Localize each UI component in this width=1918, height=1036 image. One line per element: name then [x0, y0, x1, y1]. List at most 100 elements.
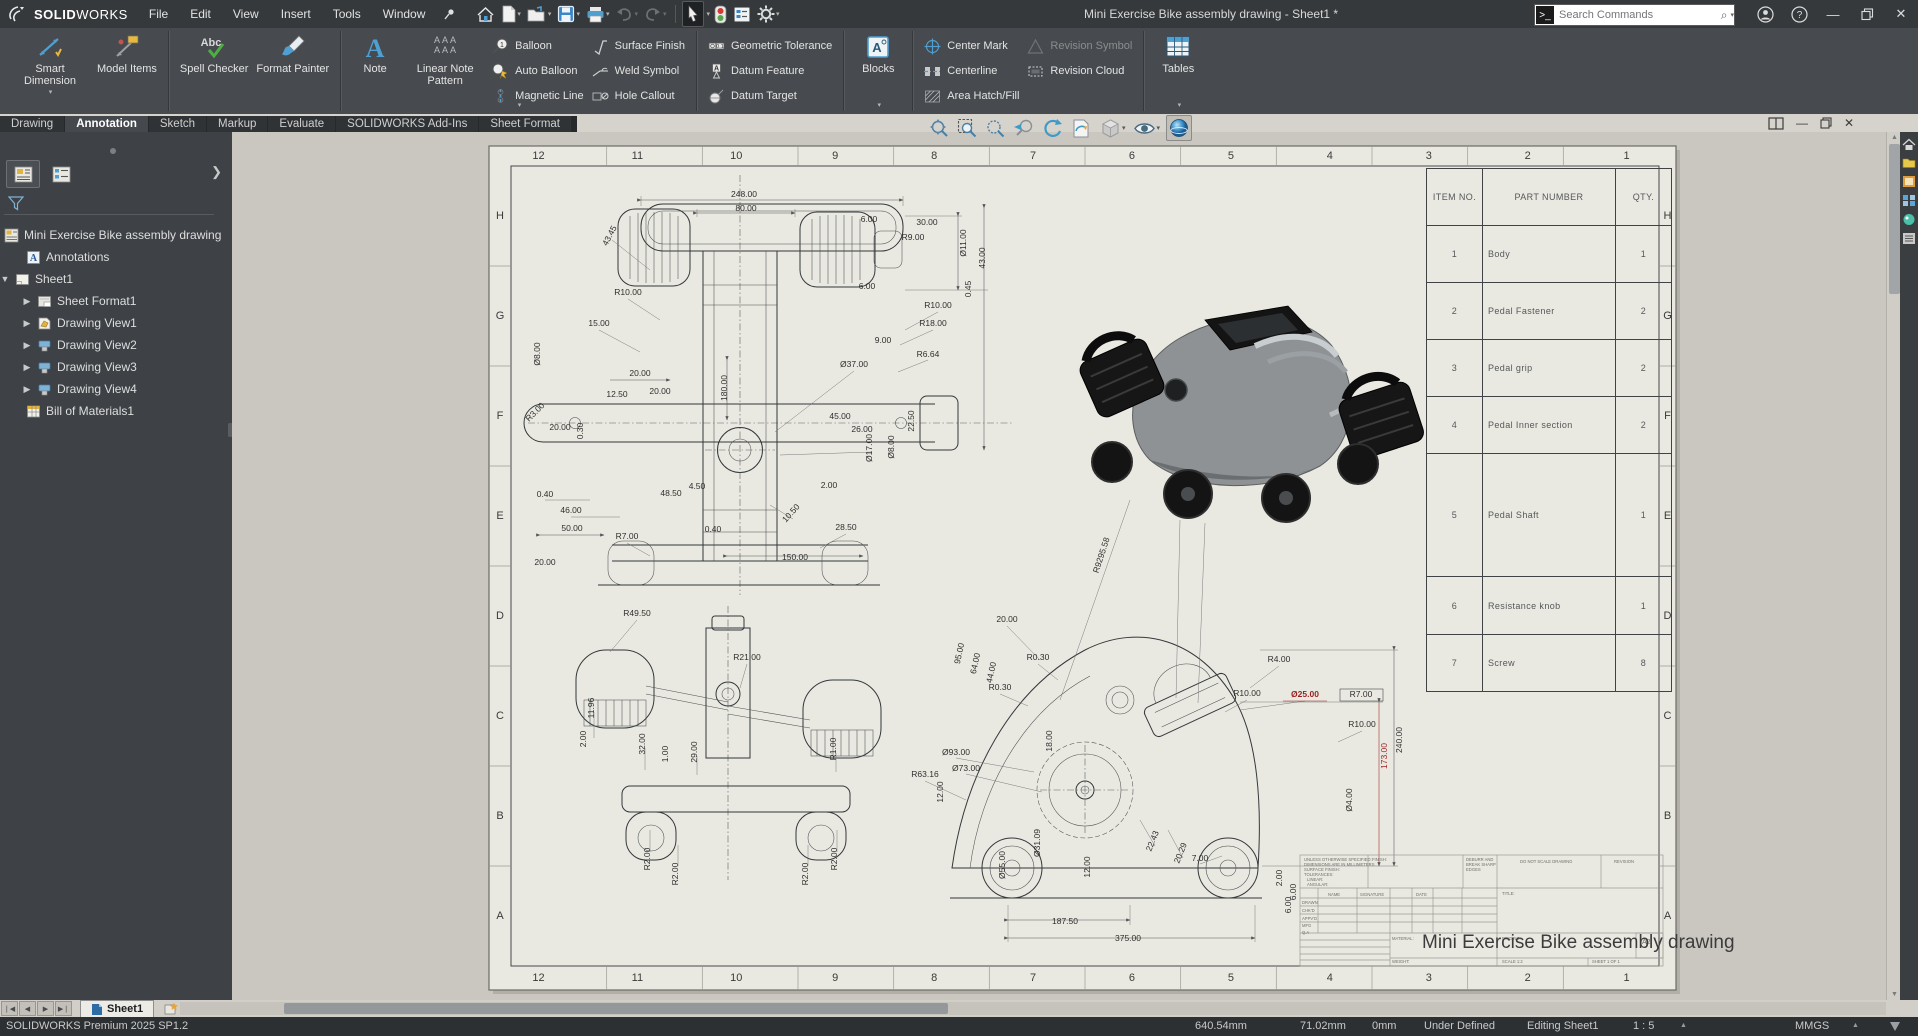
- display-manager-tab[interactable]: [44, 160, 78, 188]
- status-units[interactable]: MMGS: [1795, 1020, 1829, 1032]
- save-button[interactable]: ▾: [555, 2, 582, 26]
- save-dropdown[interactable]: ▾: [576, 10, 580, 18]
- taskpane-view-palette-icon[interactable]: [1902, 194, 1916, 207]
- search-input[interactable]: [1555, 9, 1721, 21]
- tree-filter[interactable]: [4, 192, 214, 215]
- magnetic-line-button[interactable]: Magnetic Line: [492, 87, 584, 105]
- search-icon[interactable]: ⌕: [1721, 8, 1730, 23]
- print-button[interactable]: ▾: [584, 2, 612, 26]
- first-sheet-button[interactable]: ❘◀: [1, 1001, 18, 1016]
- next-sheet-button[interactable]: ▶: [37, 1001, 54, 1016]
- hide-show-items-button[interactable]: ▾: [1132, 116, 1162, 140]
- center-mark-button[interactable]: Center Mark: [924, 37, 1019, 55]
- surface-finish-button[interactable]: Surface Finish: [592, 37, 685, 55]
- datum-target-button[interactable]: Datum Target: [708, 87, 832, 105]
- hole-callout-button[interactable]: Hole Callout: [592, 87, 685, 105]
- tree-item-bill-of-materials[interactable]: Bill of Materials1: [0, 400, 232, 422]
- model-items-button[interactable]: Model Items: [93, 31, 161, 75]
- tree-item-sheet1[interactable]: ▼ Sheet1: [0, 268, 232, 290]
- tree-item-drawing-view4[interactable]: ▶ Drawing View4: [0, 378, 232, 400]
- view-settings-button[interactable]: [1166, 115, 1192, 141]
- previous-view-button[interactable]: [1012, 116, 1036, 140]
- taskpane-home-icon[interactable]: [1902, 138, 1916, 151]
- previous-sheet-button[interactable]: ◀: [19, 1001, 36, 1016]
- sheet1-tab[interactable]: Sheet1: [80, 1000, 154, 1018]
- home-button[interactable]: [474, 2, 497, 26]
- tree-item-drawing-view2[interactable]: ▶ Drawing View2: [0, 334, 232, 356]
- help-button[interactable]: ?: [1782, 0, 1816, 28]
- area-hatch-button[interactable]: Area Hatch/Fill: [924, 87, 1019, 105]
- horizontal-scroll-thumb[interactable]: [284, 1003, 948, 1014]
- new-document-dropdown[interactable]: ▾: [517, 10, 521, 18]
- menu-tools[interactable]: Tools: [322, 7, 372, 21]
- feature-tree-tab[interactable]: [6, 160, 40, 188]
- pin-menubar-icon[interactable]: [444, 8, 456, 20]
- weld-symbol-button[interactable]: Weld Symbol: [592, 62, 685, 80]
- select-tool-button[interactable]: [682, 1, 704, 27]
- units-dropdown-icon[interactable]: ▲: [1852, 1022, 1859, 1029]
- expand-arrow-icon[interactable]: ▼: [0, 274, 10, 284]
- magnifier-button[interactable]: [984, 116, 1007, 140]
- open-dropdown[interactable]: ▾: [548, 10, 552, 18]
- display-settings-button[interactable]: [731, 2, 753, 26]
- vertical-scroll-thumb[interactable]: [1889, 144, 1900, 294]
- print-dropdown[interactable]: ▾: [606, 10, 610, 18]
- note-button[interactable]: A Note: [348, 31, 402, 75]
- 3d-drawing-view-button[interactable]: [1070, 116, 1094, 140]
- collapse-arrow-icon[interactable]: ▶: [22, 384, 32, 395]
- options-button[interactable]: ▾: [755, 2, 782, 26]
- tables-button[interactable]: Tables ▾: [1151, 31, 1205, 75]
- status-tag-icon[interactable]: [1888, 1020, 1902, 1033]
- collapse-arrow-icon[interactable]: ▶: [22, 340, 32, 351]
- display-style-dropdown[interactable]: ▾: [1122, 124, 1126, 132]
- menu-file[interactable]: File: [138, 7, 179, 21]
- auto-balloon-button[interactable]: Auto Balloon: [492, 62, 584, 80]
- smart-dimension-dropdown[interactable]: ▾: [49, 87, 53, 99]
- tree-item-drawing-view1[interactable]: ▶ Drawing View1: [0, 312, 232, 334]
- taskpane-design-library-icon[interactable]: [1902, 157, 1916, 169]
- display-style-button[interactable]: ▾: [1099, 116, 1127, 140]
- taskpane-file-explorer-icon[interactable]: [1902, 175, 1916, 188]
- doc-minimize-button[interactable]: —: [1796, 116, 1808, 130]
- smart-dimension-button[interactable]: Smart Dimension ▾: [7, 31, 93, 99]
- minimize-button[interactable]: —: [1816, 0, 1850, 28]
- account-button[interactable]: [1748, 0, 1782, 28]
- restore-button[interactable]: [1850, 0, 1884, 28]
- assembly-title-note[interactable]: Mini Exercise Bike assembly drawing: [1422, 932, 1918, 954]
- taskpane-appearances-icon[interactable]: [1902, 213, 1916, 226]
- options-dropdown[interactable]: ▾: [776, 10, 780, 18]
- doc-close-button[interactable]: ✕: [1844, 116, 1854, 130]
- zoom-to-fit-button[interactable]: [928, 116, 951, 140]
- doc-restore-icon[interactable]: [1820, 117, 1832, 129]
- select-tool-dropdown[interactable]: ▾: [707, 10, 711, 18]
- collapse-arrow-icon[interactable]: ▶: [22, 362, 32, 373]
- graphics-area[interactable]: UNLESS OTHERWISE SPECIFIED:DIMENSIONS AR…: [232, 132, 1918, 1000]
- tables-dropdown[interactable]: ▾: [1178, 100, 1182, 112]
- panel-drag-handle[interactable]: [110, 148, 116, 154]
- tree-item-annotations[interactable]: A Annotations: [0, 246, 232, 268]
- format-painter-button[interactable]: Format Painter: [252, 31, 333, 75]
- menu-view[interactable]: View: [222, 7, 270, 21]
- revision-symbol-button[interactable]: Revision Symbol: [1027, 37, 1132, 55]
- collapse-arrow-icon[interactable]: ▶: [22, 296, 32, 307]
- interference-check-button[interactable]: [712, 2, 729, 26]
- tree-item-root[interactable]: Mini Exercise Bike assembly drawing: [0, 224, 232, 246]
- centerline-button[interactable]: Centerline: [924, 62, 1019, 80]
- panel-collapse-chevron[interactable]: ❯: [211, 164, 222, 180]
- scale-dropdown-icon[interactable]: ▲: [1680, 1022, 1687, 1029]
- search-commands-box[interactable]: >_ ⌕ ▾: [1534, 4, 1735, 26]
- pane-split-icon[interactable]: [1768, 117, 1784, 130]
- geometric-tolerance-button[interactable]: 0.1 Geometric Tolerance: [708, 37, 832, 55]
- blocks-dropdown[interactable]: ▾: [878, 100, 882, 112]
- new-document-button[interactable]: ▾: [499, 2, 523, 26]
- tree-item-sheet-format1[interactable]: ▶ Sheet Format1: [0, 290, 232, 312]
- balloon-button[interactable]: 1 Balloon: [492, 37, 584, 55]
- tree-item-drawing-view3[interactable]: ▶ Drawing View3: [0, 356, 232, 378]
- menu-edit[interactable]: Edit: [179, 7, 222, 21]
- redo-dropdown[interactable]: ▾: [663, 10, 667, 18]
- status-sheet-scale[interactable]: 1 : 5: [1633, 1020, 1654, 1032]
- zoom-to-area-button[interactable]: [956, 116, 979, 140]
- add-sheet-button[interactable]: [160, 1001, 182, 1016]
- close-button[interactable]: ✕: [1884, 0, 1918, 28]
- search-dropdown[interactable]: ▾: [1730, 11, 1734, 19]
